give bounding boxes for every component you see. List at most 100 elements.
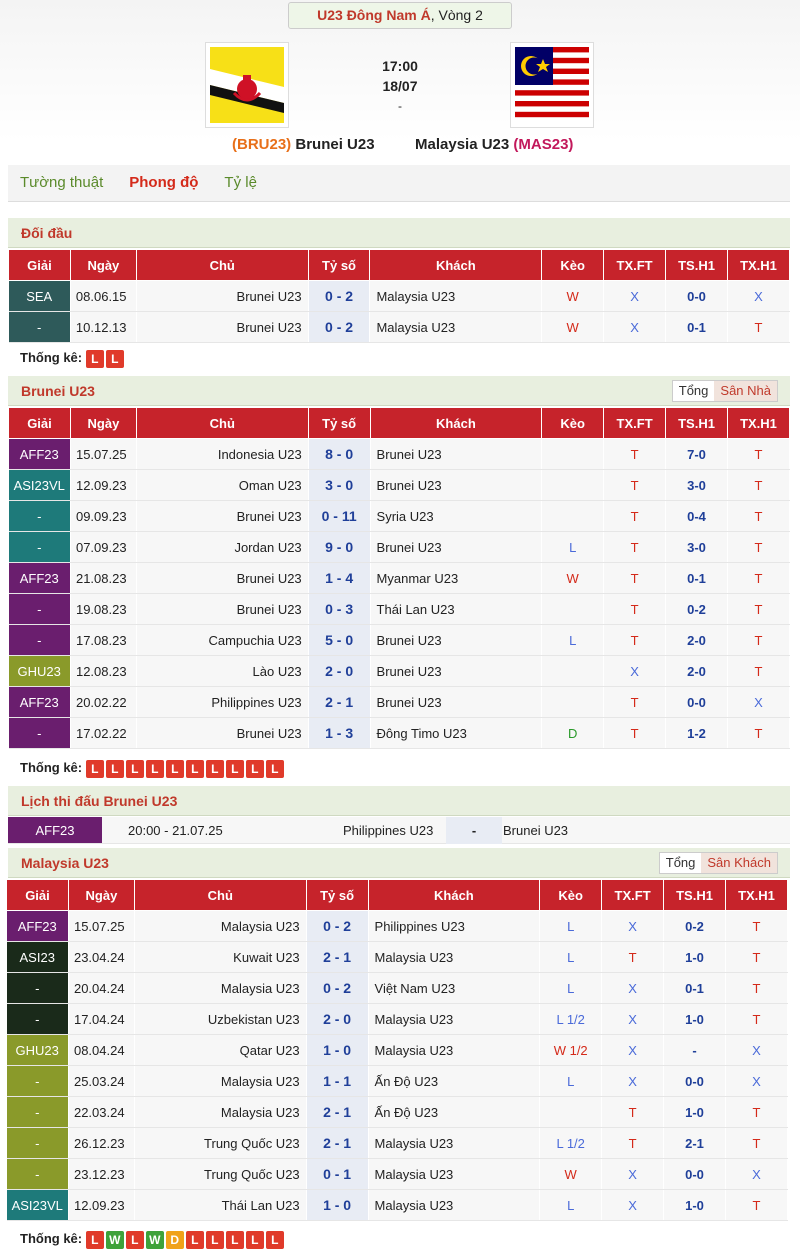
league-cell[interactable]: - [8,717,71,749]
away-cell[interactable]: Malaysia U23 [368,1158,541,1190]
table-row[interactable]: -19.08.23 Brunei U23 0 - 3 Thái Lan U23 T 0-2… [8,593,791,625]
tab-odds[interactable]: Tỷ lệ [224,174,257,191]
table-row[interactable]: GHU23 08.04.24 Qatar U23 1 - 0 Malaysia U23 W… [6,1034,789,1066]
league-cell[interactable]: AFF23 [8,562,71,594]
home-cell[interactable]: Philippines U23 [136,686,309,718]
home-cell[interactable]: Indonesia U23 [136,438,309,470]
league-cell[interactable]: - [6,1065,69,1097]
home-cell[interactable]: Brunei U23 [136,717,309,749]
away-cell[interactable]: Malaysia U23 [368,1189,541,1221]
league-cell[interactable]: - [6,1003,69,1035]
home-cell[interactable]: Brunei U23 [136,593,309,625]
score-cell[interactable]: 0 - 11 [308,500,371,532]
table-row[interactable]: -26.12.23 Trung Quốc U23 2 - 1 Malaysia U23… [6,1127,789,1159]
home-cell[interactable]: Brunei U23 [136,500,309,532]
home-cell[interactable]: Malaysia U23 [134,972,307,1004]
score-cell[interactable]: 8 - 0 [308,438,371,470]
league-cell[interactable]: - [8,593,71,625]
away-cell[interactable]: Brunei U23 [370,655,543,687]
league-cell[interactable]: - [8,624,71,656]
home-cell[interactable]: Campuchia U23 [136,624,309,656]
table-row[interactable]: -10.12.13 Brunei U23 0 - 2 Malaysia U23 W X 0-… [8,311,791,343]
filter-home[interactable]: Sân Nhà [714,381,777,401]
league-cell[interactable]: - [8,531,71,563]
score-cell[interactable]: 1 - 0 [306,1189,369,1221]
score-cell[interactable]: 2 - 1 [306,1096,369,1128]
score-cell[interactable]: 3 - 0 [308,469,371,501]
home-cell[interactable]: Uzbekistan U23 [134,1003,307,1035]
away-cell[interactable]: Brunei U23 [370,531,543,563]
table-row[interactable]: -17.08.23 Campuchia U23 5 - 0 Brunei U23 L T 2… [8,624,791,656]
away-cell[interactable]: Brunei U23 [370,438,543,470]
away-cell[interactable]: Philippines U23 [368,910,541,942]
away-cell[interactable]: Malaysia U23 [368,1003,541,1035]
home-cell[interactable]: Trung Quốc U23 [134,1127,307,1159]
away-cell[interactable]: Syria U23 [370,500,543,532]
league-cell[interactable]: - [6,1127,69,1159]
table-row[interactable]: AFF23 15.07.25 Indonesia U23 8 - 0 Brunei U2… [8,438,791,470]
score-cell[interactable]: 1 - 4 [308,562,371,594]
home-cell[interactable]: Malaysia U23 [134,1096,307,1128]
table-row[interactable]: -09.09.23 Brunei U23 0 - 11 Syria U23 T 0-4 T [8,500,791,532]
away-cell[interactable]: Malaysia U23 [368,941,541,973]
home-cell[interactable]: Lào U23 [136,655,309,687]
home-cell[interactable]: Kuwait U23 [134,941,307,973]
home-cell[interactable]: Qatar U23 [134,1034,307,1066]
home-cell[interactable]: Malaysia U23 [134,910,307,942]
league-cell[interactable]: SEA [8,280,71,312]
home-cell[interactable]: Brunei U23 [136,311,309,343]
score-cell[interactable]: 2 - 1 [308,686,371,718]
table-row[interactable]: ASI23 23.04.24 Kuwait U23 2 - 1 Malaysia U23… [6,941,789,973]
score-cell[interactable]: 0 - 3 [308,593,371,625]
filter-total[interactable]: Tổng [673,381,715,401]
table-row[interactable]: -23.12.23 Trung Quốc U23 0 - 1 Malaysia U23… [6,1158,789,1190]
away-cell[interactable]: Malaysia U23 [369,280,543,312]
table-row[interactable]: -22.03.24 Malaysia U23 2 - 1 Ấn Độ U23 T 1-0 T [6,1096,789,1128]
league-cell[interactable]: ASI23VL [8,469,71,501]
league-cell[interactable]: AFF23 [8,438,71,470]
table-row[interactable]: AFF23 21.08.23 Brunei U23 1 - 4 Myanmar U23 W… [8,562,791,594]
away-cell[interactable]: Malaysia U23 [368,1034,541,1066]
league-cell[interactable]: AFF23 [6,910,69,942]
fixture-home[interactable]: Philippines U23 [343,817,433,844]
fixture-league[interactable]: AFF23 [8,817,102,843]
league-cell[interactable]: - [6,1096,69,1128]
league-title[interactable]: U23 Đông Nam Á, Vòng 2 [288,2,512,29]
away-team-name[interactable]: Malaysia U23 (MAS23) [415,136,573,153]
filter-total[interactable]: Tổng [660,853,702,873]
fixture-away[interactable]: Brunei U23 [503,817,568,844]
home-cell[interactable]: Thái Lan U23 [134,1189,307,1221]
away-cell[interactable]: Malaysia U23 [368,1127,541,1159]
away-cell[interactable]: Ấn Độ U23 [368,1096,541,1128]
tab-form[interactable]: Phong độ [129,174,198,191]
league-cell[interactable]: - [6,972,69,1004]
table-row[interactable]: AFF23 20.02.22 Philippines U23 2 - 1 Brunei … [8,686,791,718]
away-cell[interactable]: Việt Nam U23 [368,972,541,1004]
score-cell[interactable]: 2 - 0 [306,1003,369,1035]
away-cell[interactable]: Brunei U23 [370,686,543,718]
score-cell[interactable]: 1 - 1 [306,1065,369,1097]
away-cell[interactable]: Myanmar U23 [370,562,543,594]
score-cell[interactable]: 0 - 2 [308,311,371,343]
score-cell[interactable]: 5 - 0 [308,624,371,656]
score-cell[interactable]: 0 - 2 [306,910,369,942]
tab-commentary[interactable]: Tường thuật [20,174,103,191]
league-cell[interactable]: AFF23 [8,686,71,718]
league-cell[interactable]: GHU23 [6,1034,69,1066]
table-row[interactable]: GHU23 12.08.23 Lào U23 2 - 0 Brunei U23 X 2-0 T [8,655,791,687]
score-cell[interactable]: 1 - 3 [308,717,371,749]
table-row[interactable]: -07.09.23 Jordan U23 9 - 0 Brunei U23 L T 3-0 T [8,531,791,563]
away-cell[interactable]: Thái Lan U23 [370,593,543,625]
score-cell[interactable]: 0 - 2 [308,280,371,312]
home-cell[interactable]: Oman U23 [136,469,309,501]
home-cell[interactable]: Brunei U23 [136,280,309,312]
home-cell[interactable]: Trung Quốc U23 [134,1158,307,1190]
away-cell[interactable]: Malaysia U23 [369,311,543,343]
table-row[interactable]: SEA 08.06.15 Brunei U23 0 - 2 Malaysia U23 W X… [8,280,791,312]
league-cell[interactable]: GHU23 [8,655,71,687]
league-cell[interactable]: - [8,500,71,532]
league-cell[interactable]: - [6,1158,69,1190]
score-cell[interactable]: 9 - 0 [308,531,371,563]
table-row[interactable]: -17.02.22 Brunei U23 1 - 3 Đông Timo U23 D T 1… [8,717,791,749]
table-row[interactable]: -17.04.24 Uzbekistan U23 2 - 0 Malaysia U23… [6,1003,789,1035]
